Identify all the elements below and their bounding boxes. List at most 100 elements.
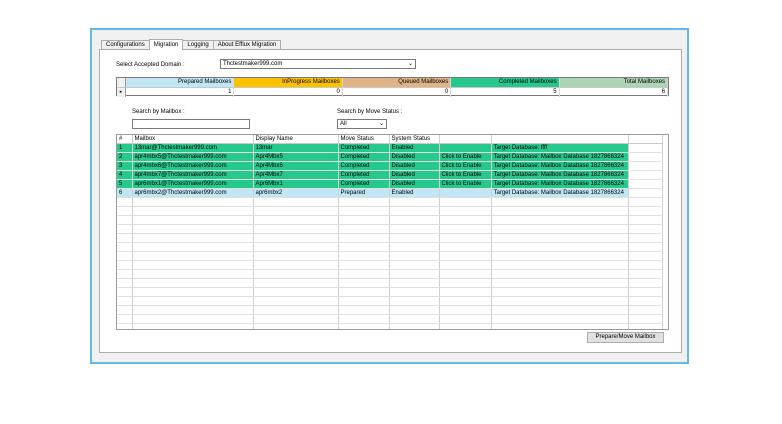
col-system-status[interactable]: System Status [389,135,440,144]
empty-cell [132,305,254,315]
empty-cell [132,278,254,288]
empty-cell [628,287,663,297]
row-number: 1 [117,143,133,153]
col-mailbox[interactable]: Mailbox [132,135,254,144]
row-action[interactable] [439,188,492,198]
empty-cell [389,296,440,306]
empty-cell [439,305,492,315]
empty-cell [439,242,492,252]
row-filler [628,143,663,153]
empty-cell [491,269,629,279]
empty-cell [491,296,629,306]
empty-cell [253,269,339,279]
summary-value-total: 6 [560,88,669,97]
row-display-name: 13mar [253,143,339,153]
row-move-status: Completed [338,161,390,171]
empty-cell [338,224,390,234]
row-mailbox: apr6mbx2@Thctestmaker999.com [132,188,254,198]
empty-row [117,215,663,225]
empty-cell [338,251,390,261]
row-number: 3 [117,161,133,171]
empty-cell [132,206,254,216]
col-move-status[interactable]: Move Status [338,135,390,144]
row-action[interactable]: Click to Enable [439,179,492,189]
empty-cell [338,296,390,306]
row-action[interactable] [439,143,492,153]
tab-migration[interactable]: Migration [148,39,184,50]
summary-value-prepared: 1 [126,88,235,97]
row-display-name: Apr4Mbx5 [253,152,339,162]
empty-cell [628,242,663,252]
row-system-status: Disabled [389,161,440,171]
col-display-name[interactable]: Display Name [253,135,339,144]
empty-cell [439,323,492,329]
empty-cell [628,197,663,207]
col-number[interactable]: # [117,135,133,144]
row-move-status: Completed [338,170,390,180]
empty-cell [132,269,254,279]
empty-cell [117,251,133,261]
empty-cell [628,224,663,234]
empty-cell [389,215,440,225]
empty-cell [491,224,629,234]
empty-cell [338,242,390,252]
empty-cell [253,323,339,329]
table-row[interactable]: 3 apr4mbx6@Thctestmaker999.com Apr4Mbx6 Com… [117,161,663,171]
empty-cell [439,251,492,261]
empty-cell [439,215,492,225]
empty-cell [491,251,629,261]
row-action[interactable]: Click to Enable [439,152,492,162]
empty-cell [389,287,440,297]
empty-row [117,242,663,252]
empty-row [117,269,663,279]
empty-cell [439,278,492,288]
empty-cell [628,269,663,279]
table-row[interactable]: 1 13mar@Thctestmaker999.com 13mar Completed… [117,143,663,153]
table-row[interactable]: 2 apr4mbx5@Thctestmaker999.com Apr4Mbx5 Com… [117,152,663,162]
search-mailbox-input[interactable] [132,119,250,129]
row-action[interactable]: Click to Enable [439,170,492,180]
row-mailbox: 13mar@Thctestmaker999.com [132,143,254,153]
col-details[interactable] [491,135,629,144]
row-action[interactable]: Click to Enable [439,161,492,171]
empty-cell [389,269,440,279]
status-select[interactable]: All ⌄ [337,119,387,129]
table-row[interactable]: 5 apr6mbx1@Thctestmaker999.com Apr6Mbx1 Com… [117,179,663,189]
empty-cell [338,314,390,324]
row-details: Target Database: Mailbox Database 182786… [491,170,629,180]
empty-cell [338,260,390,270]
empty-cell [117,305,133,315]
empty-cell [491,287,629,297]
row-number: 6 [117,188,133,198]
empty-cell [117,224,133,234]
row-system-status: Disabled [389,179,440,189]
table-row[interactable]: 4 apr4mbx7@Thctestmaker999.com Apr4Mbx7 Com… [117,170,663,180]
empty-row [117,314,663,324]
row-display-name: Apr6Mbx1 [253,179,339,189]
domain-label: Select Accepted Domain : [116,62,185,68]
empty-cell [132,197,254,207]
row-move-status: Completed [338,179,390,189]
empty-cell [628,233,663,243]
domain-select[interactable]: Thctestmaker999.com ⌄ [220,59,416,69]
empty-row [117,287,663,297]
empty-cell [491,197,629,207]
prepare-move-button[interactable]: Prepare/Move Mailbox [587,332,664,343]
empty-cell [491,305,629,315]
empty-cell [338,233,390,243]
row-details: Target Database: Mailbox Database 182786… [491,179,629,189]
chevron-down-icon: ⌄ [407,61,413,67]
summary-grid: Prepared Mailboxes InProgress Mailboxes … [116,77,669,97]
empty-cell [491,215,629,225]
empty-row [117,206,663,216]
col-action[interactable] [439,135,492,144]
empty-cell [491,206,629,216]
summary-header-row: Prepared Mailboxes InProgress Mailboxes … [117,78,669,87]
empty-cell [439,260,492,270]
row-details: Target Database: Mailbox Database 182786… [491,152,629,162]
table-row[interactable]: 6 apr6mbx2@Thctestmaker999.com apr6mbx2 Pre… [117,188,663,198]
empty-cell [253,224,339,234]
empty-cell [389,206,440,216]
status-select-value: All [340,121,347,127]
summary-header-prepared: Prepared Mailboxes [126,78,235,87]
